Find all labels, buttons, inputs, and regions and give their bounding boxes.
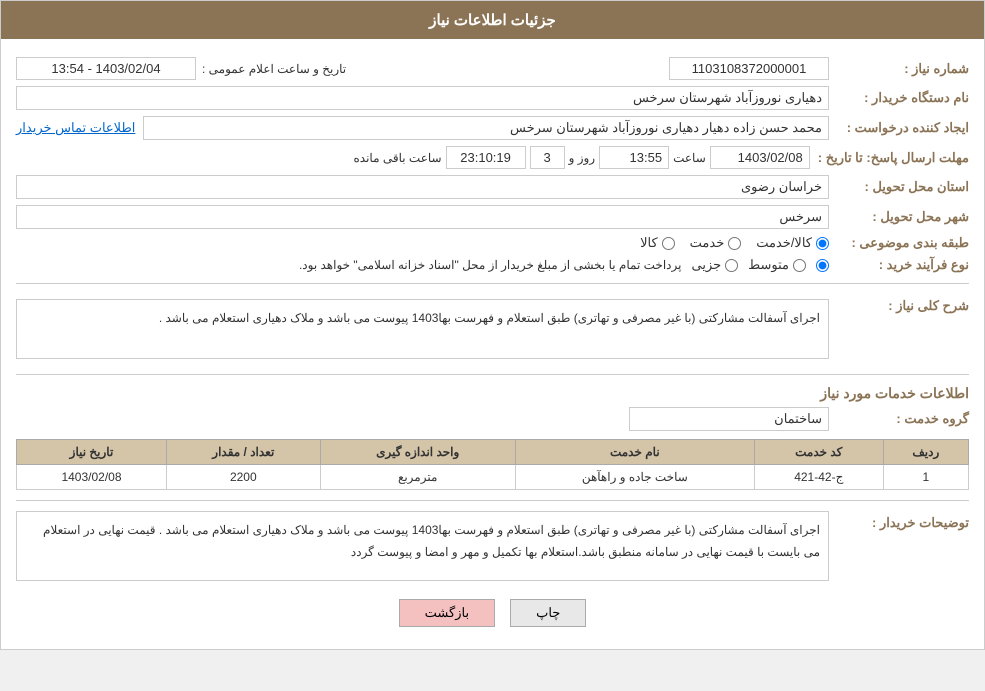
col-code: کد خدمت bbox=[754, 440, 883, 465]
divider-1 bbox=[16, 283, 969, 284]
buyer-org-value: دهیاری نوروزآباد شهرستان سرخس bbox=[16, 86, 829, 110]
city-value: سرخس bbox=[16, 205, 829, 229]
purchase-type-label: نوع فرآیند خرید : bbox=[829, 257, 969, 273]
category-goods-service-radio[interactable] bbox=[816, 237, 829, 250]
page-header: جزئیات اطلاعات نیاز bbox=[1, 1, 984, 39]
cell-date: 1403/02/08 bbox=[17, 465, 167, 490]
category-radio-group: کالا/خدمت خدمت کالا bbox=[16, 235, 829, 251]
category-goods-label: کالا bbox=[640, 235, 658, 251]
purchase-type-2-radio[interactable] bbox=[793, 259, 806, 272]
col-date: تاریخ نیاز bbox=[17, 440, 167, 465]
need-description-text: اجرای آسفالت مشارکتی (با غیر مصرفی و تها… bbox=[159, 311, 820, 325]
deadline-days-label: روز و bbox=[569, 151, 596, 165]
category-goods-item[interactable]: کالا bbox=[640, 235, 675, 251]
need-description-box: اجرای آسفالت مشارکتی (با غیر مصرفی و تها… bbox=[16, 299, 829, 359]
purchase-type-text: پرداخت تمام یا بخشی از مبلغ خریدار از مح… bbox=[16, 258, 681, 272]
divider-3 bbox=[16, 500, 969, 501]
service-info-title: اطلاعات خدمات مورد نیاز bbox=[16, 385, 969, 402]
need-number-label: شماره نیاز : bbox=[829, 61, 969, 77]
category-service-label: خدمت bbox=[690, 235, 725, 251]
table-row: 1ج-42-421ساخت جاده و راهآهنمترمربع220014… bbox=[17, 465, 969, 490]
cell-qty: 2200 bbox=[166, 465, 320, 490]
category-service-item[interactable]: خدمت bbox=[690, 235, 742, 251]
print-button[interactable]: چاپ bbox=[510, 599, 586, 627]
need-description-label: شرح کلی نیاز : bbox=[829, 294, 969, 314]
deadline-remain-label: ساعت باقی مانده bbox=[354, 151, 442, 165]
category-goods-service-label: کالا/خدمت bbox=[756, 235, 812, 251]
deadline-remain: 23:10:19 bbox=[446, 146, 526, 169]
announce-value: 1403/02/04 - 13:54 bbox=[16, 57, 196, 80]
buyer-org-label: نام دستگاه خریدار : bbox=[829, 90, 969, 106]
services-table-container: ردیف کد خدمت نام خدمت واحد اندازه گیری ت… bbox=[16, 439, 969, 490]
category-goods-radio[interactable] bbox=[662, 237, 675, 250]
back-button[interactable]: بازگشت bbox=[399, 599, 495, 627]
purchase-type-1-radio[interactable] bbox=[725, 259, 738, 272]
purchase-type-2-label: متوسط bbox=[748, 257, 789, 273]
col-unit: واحد اندازه گیری bbox=[320, 440, 515, 465]
need-number-value: 1103108372000001 bbox=[669, 57, 829, 80]
category-label: طبقه بندی موضوعی : bbox=[829, 235, 969, 251]
cell-unit: مترمربع bbox=[320, 465, 515, 490]
category-goods-service-item[interactable]: کالا/خدمت bbox=[756, 235, 829, 251]
deadline-label: مهلت ارسال پاسخ: تا تاریخ : bbox=[810, 150, 969, 166]
announce-label: تاریخ و ساعت اعلام عمومی : bbox=[196, 62, 346, 76]
purchase-type-1-label: جزیی bbox=[691, 257, 721, 273]
purchase-type-2-item[interactable]: متوسط bbox=[748, 257, 806, 273]
creator-value: محمد حسن زاده دهیار دهیاری نوروزآباد شهر… bbox=[143, 116, 829, 140]
services-table: ردیف کد خدمت نام خدمت واحد اندازه گیری ت… bbox=[16, 439, 969, 490]
buyer-notes-label: توضیحات خریدار : bbox=[829, 511, 969, 531]
city-label: شهر محل تحویل : bbox=[829, 209, 969, 225]
deadline-time: 13:55 bbox=[599, 146, 669, 169]
col-qty: تعداد / مقدار bbox=[166, 440, 320, 465]
deadline-time-label: ساعت bbox=[673, 151, 706, 165]
cell-name: ساخت جاده و راهآهن bbox=[515, 465, 754, 490]
col-row: ردیف bbox=[883, 440, 968, 465]
purchase-type-3-item[interactable] bbox=[816, 259, 829, 272]
province-label: استان محل تحویل : bbox=[829, 179, 969, 195]
deadline-date: 1403/02/08 bbox=[710, 146, 810, 169]
col-name: نام خدمت bbox=[515, 440, 754, 465]
divider-2 bbox=[16, 374, 969, 375]
cell-row: 1 bbox=[883, 465, 968, 490]
service-group-value: ساختمان bbox=[629, 407, 829, 431]
buyer-notes-box: اجرای آسفالت مشارکتی (با غیر مصرفی و تها… bbox=[16, 511, 829, 581]
purchase-type-1-item[interactable]: جزیی bbox=[691, 257, 738, 273]
category-service-radio[interactable] bbox=[728, 237, 741, 250]
purchase-type-3-radio[interactable] bbox=[816, 259, 829, 272]
buyer-notes-text: اجرای آسفالت مشارکتی (با غیر مصرفی و تها… bbox=[43, 523, 820, 559]
page-title: جزئیات اطلاعات نیاز bbox=[429, 12, 556, 29]
purchase-type-group: متوسط جزیی پرداخت تمام یا بخشی از مبلغ خ… bbox=[16, 257, 829, 273]
service-group-label: گروه خدمت : bbox=[829, 411, 969, 427]
deadline-days: 3 bbox=[530, 146, 565, 169]
contact-link[interactable]: اطلاعات تماس خریدار bbox=[16, 120, 135, 136]
creator-label: ایجاد کننده درخواست : bbox=[829, 120, 969, 136]
cell-code: ج-42-421 bbox=[754, 465, 883, 490]
bottom-buttons: چاپ بازگشت bbox=[16, 587, 969, 639]
province-value: خراسان رضوی bbox=[16, 175, 829, 199]
